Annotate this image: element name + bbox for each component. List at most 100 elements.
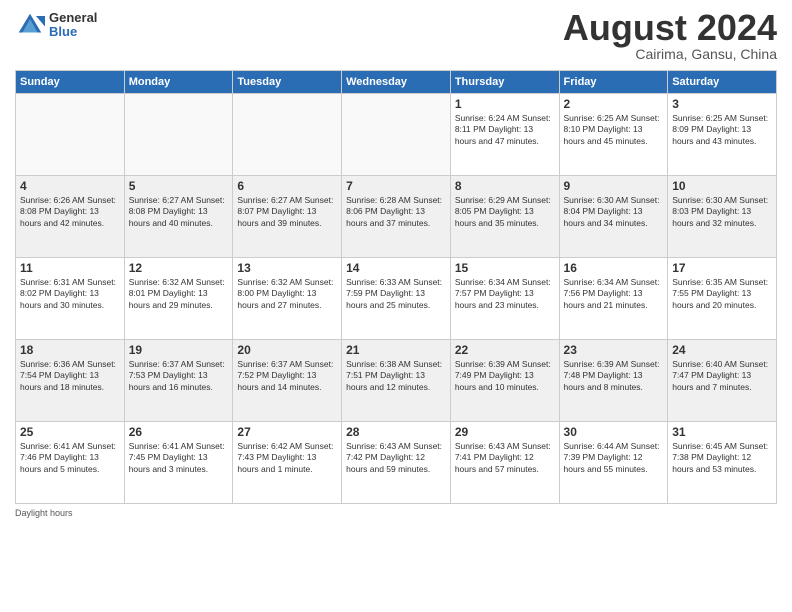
table-row: 12 Sunrise: 6:32 AM Sunset: 8:01 PM Dayli… (124, 258, 233, 340)
title-block: August 2024 Cairima, Gansu, China (563, 10, 777, 62)
day-info: Sunrise: 6:33 AM Sunset: 7:59 PM Dayligh… (346, 277, 446, 311)
col-sunday: Sunday (16, 71, 125, 94)
table-row: 5Sunrise: 6:27 AM Sunset: 8:08 PM Daylig… (124, 176, 233, 258)
header: General Blue August 2024 Cairima, Gansu,… (15, 10, 777, 62)
day-info: Sunrise: 6:35 AM Sunset: 7:55 PM Dayligh… (672, 277, 772, 311)
day-info: Sunrise: 6:27 AM Sunset: 8:07 PM Dayligh… (237, 195, 337, 229)
table-row: 20 Sunrise: 6:37 AM Sunset: 7:52 PM Dayli… (233, 340, 342, 422)
col-friday: Friday (559, 71, 668, 94)
table-row: 23 Sunrise: 6:39 AM Sunset: 7:48 PM Dayli… (559, 340, 668, 422)
day-info: Sunrise: 6:24 AM Sunset: 8:11 PM Dayligh… (455, 113, 555, 147)
day-number: 24 (672, 343, 772, 357)
day-info: Sunrise: 6:39 AM Sunset: 7:48 PM Dayligh… (564, 359, 664, 393)
day-number: 1 (455, 97, 555, 111)
table-row: 24 Sunrise: 6:40 AM Sunset: 7:47 PM Dayli… (668, 340, 777, 422)
day-number: 6 (237, 179, 337, 193)
day-number: 15 (455, 261, 555, 275)
day-info: Sunrise: 6:37 AM Sunset: 7:53 PM Dayligh… (129, 359, 229, 393)
table-row: 14 Sunrise: 6:33 AM Sunset: 7:59 PM Dayli… (342, 258, 451, 340)
table-row: 21 Sunrise: 6:38 AM Sunset: 7:51 PM Dayli… (342, 340, 451, 422)
logo: General Blue (15, 10, 97, 40)
day-info: Sunrise: 6:43 AM Sunset: 7:41 PM Dayligh… (455, 441, 555, 475)
day-number: 18 (20, 343, 120, 357)
table-row: 18 Sunrise: 6:36 AM Sunset: 7:54 PM Dayli… (16, 340, 125, 422)
day-number: 27 (237, 425, 337, 439)
day-number: 20 (237, 343, 337, 357)
day-info: Sunrise: 6:38 AM Sunset: 7:51 PM Dayligh… (346, 359, 446, 393)
day-info: Sunrise: 6:28 AM Sunset: 8:06 PM Dayligh… (346, 195, 446, 229)
day-info: Sunrise: 6:37 AM Sunset: 7:52 PM Dayligh… (237, 359, 337, 393)
day-number: 9 (564, 179, 664, 193)
day-number: 31 (672, 425, 772, 439)
table-row: 11Sunrise: 6:31 AM Sunset: 8:02 PM Dayli… (16, 258, 125, 340)
day-number: 8 (455, 179, 555, 193)
day-number: 19 (129, 343, 229, 357)
day-number: 26 (129, 425, 229, 439)
day-info: Sunrise: 6:32 AM Sunset: 8:01 PM Dayligh… (129, 277, 229, 311)
day-info: Sunrise: 6:31 AM Sunset: 8:02 PM Dayligh… (20, 277, 120, 311)
day-number: 21 (346, 343, 446, 357)
calendar-week-row: 4 Sunrise: 6:26 AM Sunset: 8:08 PM Daylig… (16, 176, 777, 258)
day-number: 3 (672, 97, 772, 111)
table-row: 7 Sunrise: 6:28 AM Sunset: 8:06 PM Daylig… (342, 176, 451, 258)
logo-text: General Blue (49, 11, 97, 40)
table-row (233, 94, 342, 176)
day-number: 16 (564, 261, 664, 275)
day-number: 14 (346, 261, 446, 275)
col-tuesday: Tuesday (233, 71, 342, 94)
day-info: Sunrise: 6:40 AM Sunset: 7:47 PM Dayligh… (672, 359, 772, 393)
table-row: 30 Sunrise: 6:44 AM Sunset: 7:39 PM Dayli… (559, 422, 668, 504)
col-wednesday: Wednesday (342, 71, 451, 94)
day-number: 10 (672, 179, 772, 193)
table-row: 27 Sunrise: 6:42 AM Sunset: 7:43 PM Dayli… (233, 422, 342, 504)
day-number: 17 (672, 261, 772, 275)
location: Cairima, Gansu, China (563, 46, 777, 62)
table-row: 9Sunrise: 6:30 AM Sunset: 8:04 PM Daylig… (559, 176, 668, 258)
table-row: 28 Sunrise: 6:43 AM Sunset: 7:42 PM Dayli… (342, 422, 451, 504)
logo-icon (15, 10, 45, 40)
table-row (124, 94, 233, 176)
day-info: Sunrise: 6:29 AM Sunset: 8:05 PM Dayligh… (455, 195, 555, 229)
day-info: Sunrise: 6:42 AM Sunset: 7:43 PM Dayligh… (237, 441, 337, 475)
day-info: Sunrise: 6:45 AM Sunset: 7:38 PM Dayligh… (672, 441, 772, 475)
calendar-week-row: 18 Sunrise: 6:36 AM Sunset: 7:54 PM Dayli… (16, 340, 777, 422)
table-row: 15 Sunrise: 6:34 AM Sunset: 7:57 PM Dayli… (450, 258, 559, 340)
table-row: 25Sunrise: 6:41 AM Sunset: 7:46 PM Dayli… (16, 422, 125, 504)
month-title: August 2024 (563, 10, 777, 46)
col-saturday: Saturday (668, 71, 777, 94)
day-info: Sunrise: 6:43 AM Sunset: 7:42 PM Dayligh… (346, 441, 446, 475)
day-info: Sunrise: 6:34 AM Sunset: 7:57 PM Dayligh… (455, 277, 555, 311)
day-info: Sunrise: 6:34 AM Sunset: 7:56 PM Dayligh… (564, 277, 664, 311)
day-number: 30 (564, 425, 664, 439)
table-row: 4 Sunrise: 6:26 AM Sunset: 8:08 PM Daylig… (16, 176, 125, 258)
col-monday: Monday (124, 71, 233, 94)
day-number: 29 (455, 425, 555, 439)
day-number: 28 (346, 425, 446, 439)
table-row: 8 Sunrise: 6:29 AM Sunset: 8:05 PM Daylig… (450, 176, 559, 258)
calendar: Sunday Monday Tuesday Wednesday Thursday… (15, 70, 777, 504)
table-row: 2Sunrise: 6:25 AM Sunset: 8:10 PM Daylig… (559, 94, 668, 176)
calendar-week-row: 1 Sunrise: 6:24 AM Sunset: 8:11 PM Daylig… (16, 94, 777, 176)
calendar-header-row: Sunday Monday Tuesday Wednesday Thursday… (16, 71, 777, 94)
table-row: 19 Sunrise: 6:37 AM Sunset: 7:53 PM Dayli… (124, 340, 233, 422)
table-row: 3 Sunrise: 6:25 AM Sunset: 8:09 PM Daylig… (668, 94, 777, 176)
footer-note: Daylight hours (15, 508, 777, 518)
day-info: Sunrise: 6:25 AM Sunset: 8:09 PM Dayligh… (672, 113, 772, 147)
day-number: 23 (564, 343, 664, 357)
day-number: 12 (129, 261, 229, 275)
table-row: 13 Sunrise: 6:32 AM Sunset: 8:00 PM Dayli… (233, 258, 342, 340)
day-number: 4 (20, 179, 120, 193)
table-row: 1 Sunrise: 6:24 AM Sunset: 8:11 PM Daylig… (450, 94, 559, 176)
day-info: Sunrise: 6:39 AM Sunset: 7:49 PM Dayligh… (455, 359, 555, 393)
table-row: 31 Sunrise: 6:45 AM Sunset: 7:38 PM Dayli… (668, 422, 777, 504)
day-info: Sunrise: 6:32 AM Sunset: 8:00 PM Dayligh… (237, 277, 337, 311)
day-info: Sunrise: 6:26 AM Sunset: 8:08 PM Dayligh… (20, 195, 120, 229)
day-info: Sunrise: 6:27 AM Sunset: 8:08 PM Dayligh… (129, 195, 229, 229)
day-number: 7 (346, 179, 446, 193)
day-info: Sunrise: 6:41 AM Sunset: 7:46 PM Dayligh… (20, 441, 120, 475)
day-number: 13 (237, 261, 337, 275)
table-row (16, 94, 125, 176)
day-info: Sunrise: 6:36 AM Sunset: 7:54 PM Dayligh… (20, 359, 120, 393)
day-info: Sunrise: 6:44 AM Sunset: 7:39 PM Dayligh… (564, 441, 664, 475)
table-row: 26Sunrise: 6:41 AM Sunset: 7:45 PM Dayli… (124, 422, 233, 504)
